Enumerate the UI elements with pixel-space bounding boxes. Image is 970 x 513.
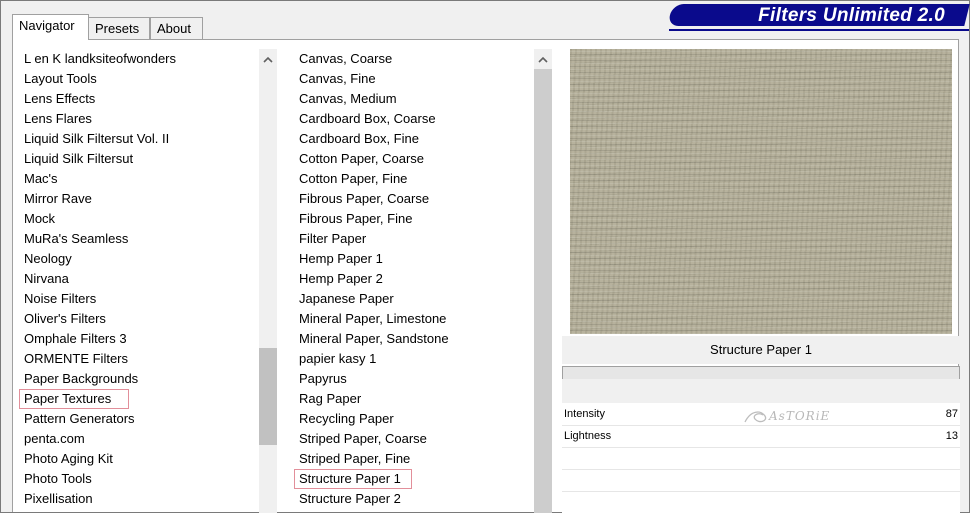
scroll-up-button[interactable]: [534, 49, 552, 69]
filter-item[interactable]: Hemp Paper 2: [294, 269, 529, 289]
filter-item[interactable]: Structure Paper 1: [294, 469, 529, 489]
param-value: 13: [945, 430, 958, 442]
category-item[interactable]: Neology: [19, 249, 257, 269]
category-item[interactable]: MuRa's Seamless: [19, 229, 257, 249]
category-item[interactable]: Lens Flares: [19, 109, 257, 129]
filter-item[interactable]: Fibrous Paper, Coarse: [294, 189, 529, 209]
filter-item[interactable]: Cardboard Box, Coarse: [294, 109, 529, 129]
filter-item[interactable]: Mineral Paper, Sandstone: [294, 329, 529, 349]
brand-stripe: [669, 29, 969, 31]
app-title: Filters Unlimited 2.0: [758, 5, 945, 26]
filter-item[interactable]: Striped Paper, Fine: [294, 449, 529, 469]
tab-about[interactable]: About: [150, 17, 203, 39]
category-item[interactable]: Photo Aging Kit: [19, 449, 257, 469]
filters-unlimited-window: Filters Unlimited 2.0 Presets About Navi…: [0, 0, 970, 513]
param-row-empty: [562, 447, 960, 470]
tab-presets[interactable]: Presets: [88, 17, 150, 39]
filter-item[interactable]: Filter Paper: [294, 229, 529, 249]
filter-item[interactable]: Striped Paper, Coarse: [294, 429, 529, 449]
category-item[interactable]: Oliver's Filters: [19, 309, 257, 329]
scroll-thumb[interactable]: [534, 69, 552, 513]
filter-list: Canvas, Coarse Canvas, Fine Canvas, Medium…: [294, 49, 529, 509]
watermark: AsTORiE: [743, 404, 830, 432]
filter-item[interactable]: Canvas, Fine: [294, 69, 529, 89]
category-item[interactable]: penta.com: [19, 429, 257, 449]
category-item[interactable]: Mac's: [19, 169, 257, 189]
category-list: L en K landksiteofwonders Layout Tools Len…: [19, 49, 257, 509]
filter-item[interactable]: Recycling Paper: [294, 409, 529, 429]
filter-item[interactable]: Hemp Paper 1: [294, 249, 529, 269]
category-item[interactable]: Paper Backgrounds: [19, 369, 257, 389]
category-item[interactable]: L en K landksiteofwonders: [19, 49, 257, 69]
progress-bar: [562, 366, 960, 380]
category-item[interactable]: Liquid Silk Filtersut: [19, 149, 257, 169]
filter-item[interactable]: Canvas, Medium: [294, 89, 529, 109]
category-item[interactable]: Lens Effects: [19, 89, 257, 109]
category-item[interactable]: Noise Filters: [19, 289, 257, 309]
filter-name-label: Structure Paper 1: [562, 336, 960, 364]
param-value: 87: [945, 408, 958, 420]
filter-item[interactable]: Papyrus: [294, 369, 529, 389]
param-row-empty: [562, 469, 960, 492]
param-label: Lightness: [564, 430, 612, 442]
category-item[interactable]: Paper Textures: [19, 389, 257, 409]
category-item[interactable]: Photo Tools: [19, 469, 257, 489]
category-item[interactable]: ORMENTE Filters: [19, 349, 257, 369]
category-item[interactable]: Omphale Filters 3: [19, 329, 257, 349]
chevron-up-icon: [263, 56, 273, 63]
category-item[interactable]: Mock: [19, 209, 257, 229]
category-scrollbar[interactable]: [259, 49, 277, 513]
filter-item[interactable]: Japanese Paper: [294, 289, 529, 309]
category-item[interactable]: Pattern Generators: [19, 409, 257, 429]
filter-item[interactable]: Mineral Paper, Limestone: [294, 309, 529, 329]
watermark-text: AsTORiE: [769, 409, 831, 423]
filter-item[interactable]: Cardboard Box, Fine: [294, 129, 529, 149]
tab-navigator[interactable]: Navigator: [12, 14, 89, 40]
category-item[interactable]: Pixellisation: [19, 489, 257, 509]
filter-item[interactable]: Canvas, Coarse: [294, 49, 529, 69]
filter-item[interactable]: Fibrous Paper, Fine: [294, 209, 529, 229]
category-item[interactable]: Mirror Rave: [19, 189, 257, 209]
param-label: Intensity: [564, 408, 605, 420]
filter-item[interactable]: Structure Paper 2: [294, 489, 529, 509]
category-item[interactable]: Layout Tools: [19, 69, 257, 89]
filter-item[interactable]: papier kasy 1: [294, 349, 529, 369]
category-item[interactable]: Nirvana: [19, 269, 257, 289]
scroll-up-button[interactable]: [259, 49, 277, 69]
filter-scrollbar[interactable]: [534, 49, 552, 513]
swirl-icon: [744, 410, 767, 422]
filter-preview-image: [570, 49, 952, 334]
category-item[interactable]: Liquid Silk Filtersut Vol. II: [19, 129, 257, 149]
filter-item[interactable]: Cotton Paper, Fine: [294, 169, 529, 189]
filter-item[interactable]: Rag Paper: [294, 389, 529, 409]
chevron-up-icon: [538, 56, 548, 63]
filter-item[interactable]: Cotton Paper, Coarse: [294, 149, 529, 169]
scroll-thumb[interactable]: [259, 348, 277, 445]
